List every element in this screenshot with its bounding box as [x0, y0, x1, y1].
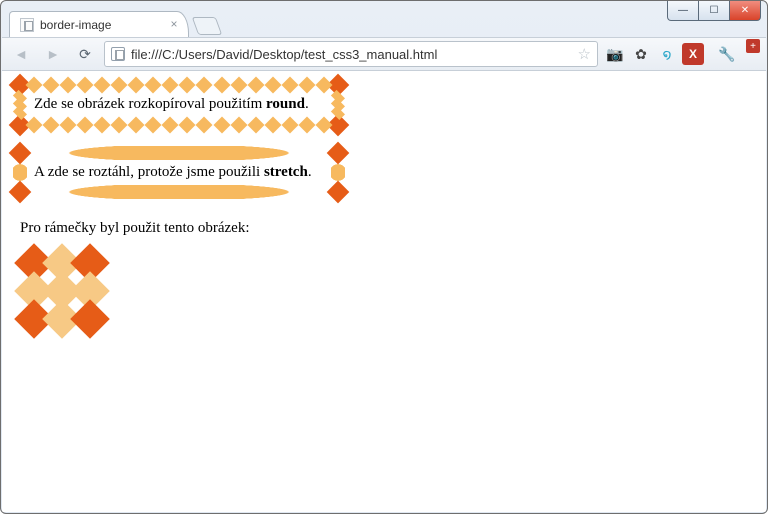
diamond-icon — [70, 299, 110, 339]
minimize-button[interactable]: — — [667, 1, 699, 21]
close-window-button[interactable]: ✕ — [729, 1, 761, 21]
maximize-button[interactable]: ☐ — [698, 1, 730, 21]
gear-extension-icon[interactable]: ✿ — [630, 43, 652, 65]
browser-window: — ☐ ✕ border-image × ◄ ► ⟳ file:///C:/Us… — [0, 0, 768, 514]
address-bar[interactable]: file:///C:/Users/David/Desktop/test_css3… — [104, 41, 598, 67]
bookmark-star-icon[interactable]: ☆ — [578, 45, 591, 63]
wrench-menu-button[interactable]: 🔧 — [714, 41, 740, 67]
border-edge-left — [13, 161, 27, 185]
red-x-extension-icon[interactable]: X — [682, 43, 704, 65]
border-edge-bottom — [28, 119, 330, 131]
box2-dot: . — [308, 164, 312, 180]
extension-icons: 📷 ✿ ໑ X — [604, 43, 704, 65]
border-edge-right — [331, 161, 345, 185]
reload-button[interactable]: ⟳ — [72, 41, 98, 67]
box2-text: A zde se roztáhl, protože jsme použili — [34, 164, 264, 180]
border-image-sample — [20, 249, 104, 333]
file-icon — [20, 18, 34, 32]
border-edge-left — [14, 93, 26, 117]
border-edge-top — [28, 79, 330, 91]
page-viewport: Zde se obrázek rozkopíroval použitím rou… — [2, 71, 766, 512]
forward-button[interactable]: ► — [40, 41, 66, 67]
back-button[interactable]: ◄ — [8, 41, 34, 67]
close-tab-button[interactable]: × — [168, 18, 180, 30]
url-text: file:///C:/Users/David/Desktop/test_css3… — [131, 47, 437, 62]
page-icon — [111, 47, 125, 61]
border-image-round-box: Zde se obrázek rozkopíroval použitím rou… — [20, 85, 338, 125]
corner-badge-icon[interactable]: + — [746, 39, 760, 53]
box1-text: Zde se obrázek rozkopíroval použitím — [34, 96, 266, 112]
box2-bold: stretch — [264, 164, 308, 180]
box1-bold: round — [266, 96, 305, 112]
tab-title: border-image — [40, 18, 111, 32]
border-edge-right — [332, 93, 344, 117]
box1-dot: . — [305, 96, 309, 112]
browser-toolbar: ◄ ► ⟳ file:///C:/Users/David/Desktop/tes… — [2, 37, 766, 71]
diamond-icon — [327, 181, 350, 204]
new-tab-button[interactable] — [192, 17, 223, 35]
window-controls: — ☐ ✕ — [668, 1, 761, 21]
tab-border-image[interactable]: border-image × — [9, 11, 189, 37]
border-image-stretch-box: A zde se roztáhl, protože jsme použili s… — [20, 153, 338, 193]
tab-strip: border-image × — [9, 11, 219, 37]
border-edge-top — [28, 146, 330, 160]
sample-caption: Pro rámečky byl použit tento obrázek: — [20, 220, 748, 237]
camera-extension-icon[interactable]: 📷 — [604, 43, 626, 65]
swirl-extension-icon[interactable]: ໑ — [656, 43, 678, 65]
border-edge-bottom — [28, 185, 330, 199]
